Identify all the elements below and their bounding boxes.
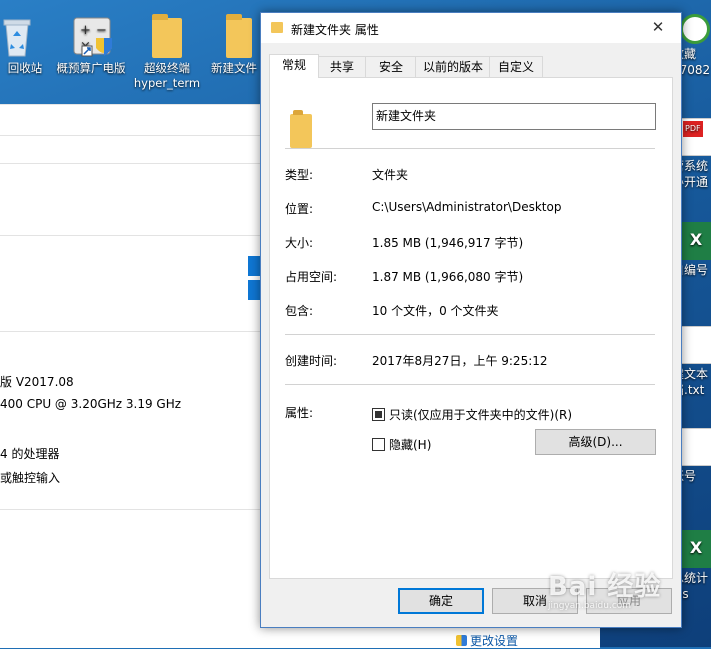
folder-name-input[interactable]: 新建文件夹	[372, 103, 656, 130]
folder-icon	[226, 14, 252, 58]
checkbox-icon	[372, 438, 385, 451]
tab-security[interactable]: 安全	[365, 56, 417, 77]
desktop-icon-label: 新建文件	[211, 61, 257, 75]
hidden-label: 隐藏(H)	[389, 438, 432, 452]
size-value: 1.85 MB (1,946,917 字节)	[372, 236, 524, 250]
advanced-button[interactable]: 高级(D)...	[535, 429, 656, 455]
recycle-bin-icon	[0, 14, 36, 58]
attributes-label: 属性:	[285, 406, 314, 420]
divider	[285, 384, 655, 385]
watermark-text: Bai 经验	[548, 572, 662, 602]
contains-label: 包含:	[285, 304, 314, 318]
desktop-icon-label: 超级终端 hyper_term	[133, 61, 201, 90]
checkbox-indeterminate-icon	[372, 408, 385, 421]
change-settings-link[interactable]: 更改设置	[456, 632, 518, 649]
location-label: 位置:	[285, 202, 314, 216]
folder-properties-dialog: 新建文件夹 属性 ✕ 常规 共享 安全 以前的版本 自定义 新建文件夹 类型: …	[260, 12, 682, 628]
svg-text:−: −	[96, 23, 107, 38]
tab-general[interactable]: 常规	[269, 54, 319, 78]
type-label: 类型:	[285, 168, 314, 182]
windows-version-text: 版 V2017.08	[0, 375, 74, 389]
size-on-disk-value: 1.87 MB (1,966,080 字节)	[372, 270, 524, 284]
processor-text: 4 的处理器	[0, 447, 60, 461]
hidden-checkbox[interactable]: 隐藏(H)	[372, 436, 431, 453]
desktop-icon-label: 概预算广电版	[56, 61, 126, 75]
contains-value: 10 个文件，0 个文件夹	[372, 304, 499, 318]
ok-button[interactable]: 确定	[398, 588, 484, 614]
excel-icon: X	[680, 222, 711, 260]
desktop-icon-new-folder[interactable]: 新建文件	[204, 8, 264, 76]
svg-text:+: +	[80, 23, 91, 38]
size-on-disk-label: 占用空间:	[285, 270, 338, 284]
folder-icon	[271, 22, 283, 33]
close-button[interactable]: ✕	[635, 13, 681, 43]
text-file-icon	[680, 428, 711, 466]
change-settings-label: 更改设置	[470, 634, 519, 648]
excel-icon: X	[680, 530, 711, 568]
pdf-icon: PDF	[680, 118, 711, 156]
desktop-icon-recycle-bin[interactable]: 回收站	[0, 8, 54, 76]
calculator-icon: + − ×	[72, 14, 112, 58]
folder-icon	[152, 14, 182, 58]
cpu-text: 400 CPU @ 3.20GHz 3.19 GHz	[0, 397, 182, 411]
browser-icon	[680, 14, 710, 44]
touch-input-text: 或触控输入	[0, 471, 61, 485]
folder-icon	[290, 110, 312, 148]
watermark-subtext: jingyan.baidu.com	[548, 601, 632, 611]
divider	[285, 334, 655, 335]
baidu-watermark: Bai 经验 jingyan.baidu.com	[548, 566, 661, 611]
divider	[285, 148, 655, 149]
desktop-icon-label: 回收站	[7, 61, 43, 75]
dialog-titlebar[interactable]: 新建文件夹 属性 ✕	[261, 13, 681, 43]
desktop-icon-hyper-term[interactable]: 超级终端 hyper_term	[130, 8, 204, 91]
dialog-title: 新建文件夹 属性	[291, 23, 379, 37]
shield-icon	[456, 635, 467, 646]
readonly-label: 只读(仅应用于文件夹中的文件)(R)	[389, 408, 573, 422]
close-icon: ✕	[651, 18, 665, 36]
readonly-checkbox[interactable]: 只读(仅应用于文件夹中的文件)(R)	[372, 406, 572, 423]
text-file-icon	[680, 326, 711, 364]
tab-customize[interactable]: 自定义	[489, 56, 543, 77]
created-value: 2017年8月27日，上午 9:25:12	[372, 354, 548, 368]
location-value: C:\Users\Administrator\Desktop	[372, 200, 562, 214]
type-value: 文件夹	[372, 168, 409, 182]
desktop-icon-budget[interactable]: + − × 概预算广电版	[54, 8, 128, 76]
tab-sharing[interactable]: 共享	[317, 56, 367, 77]
general-tab-panel: 新建文件夹 类型: 文件夹 位置: C:\Users\Administrator…	[269, 77, 673, 579]
created-label: 创建时间:	[285, 354, 338, 368]
tab-previous-versions[interactable]: 以前的版本	[415, 56, 491, 77]
size-label: 大小:	[285, 236, 314, 250]
